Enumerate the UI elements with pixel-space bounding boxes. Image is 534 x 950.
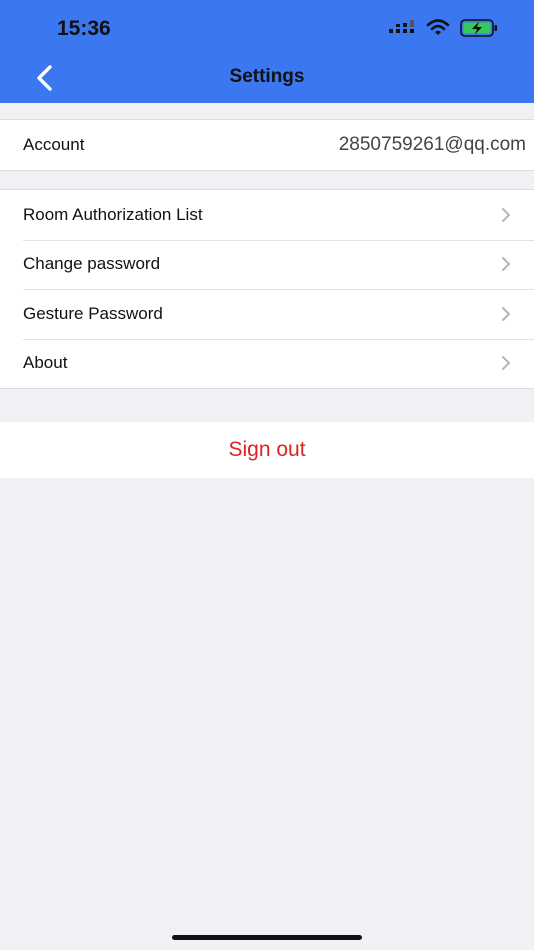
menu-item-label: Gesture Password [23, 303, 163, 323]
chevron-right-icon [502, 356, 511, 371]
menu-item-label: Room Authorization List [23, 204, 203, 224]
settings-menu: Room Authorization List Change password … [0, 189, 534, 389]
menu-item-about[interactable]: About [0, 338, 534, 389]
menu-item-room-authorization-list[interactable]: Room Authorization List [0, 190, 534, 240]
nav-header: 15:36 Settings [0, 0, 534, 103]
status-icons [388, 19, 498, 37]
wifi-icon [426, 19, 450, 35]
account-row[interactable]: Account 2850759261@qq.com [0, 120, 534, 170]
menu-item-change-password[interactable]: Change password [0, 239, 534, 290]
home-indicator[interactable] [172, 935, 362, 940]
account-group: Account 2850759261@qq.com [0, 119, 534, 171]
menu-item-label: About [23, 353, 68, 373]
sign-out-button[interactable]: Sign out [0, 422, 534, 478]
chevron-right-icon [502, 306, 511, 321]
signal-icon [389, 20, 414, 33]
menu-item-gesture-password[interactable]: Gesture Password [0, 289, 534, 339]
status-time: 15:36 [57, 17, 111, 40]
page-title: Settings [229, 66, 305, 87]
chevron-right-icon [502, 257, 511, 272]
account-value: 2850759261@qq.com [338, 133, 526, 155]
battery-charging-icon [460, 19, 497, 37]
menu-item-label: Change password [23, 254, 161, 274]
chevron-right-icon [502, 207, 511, 222]
